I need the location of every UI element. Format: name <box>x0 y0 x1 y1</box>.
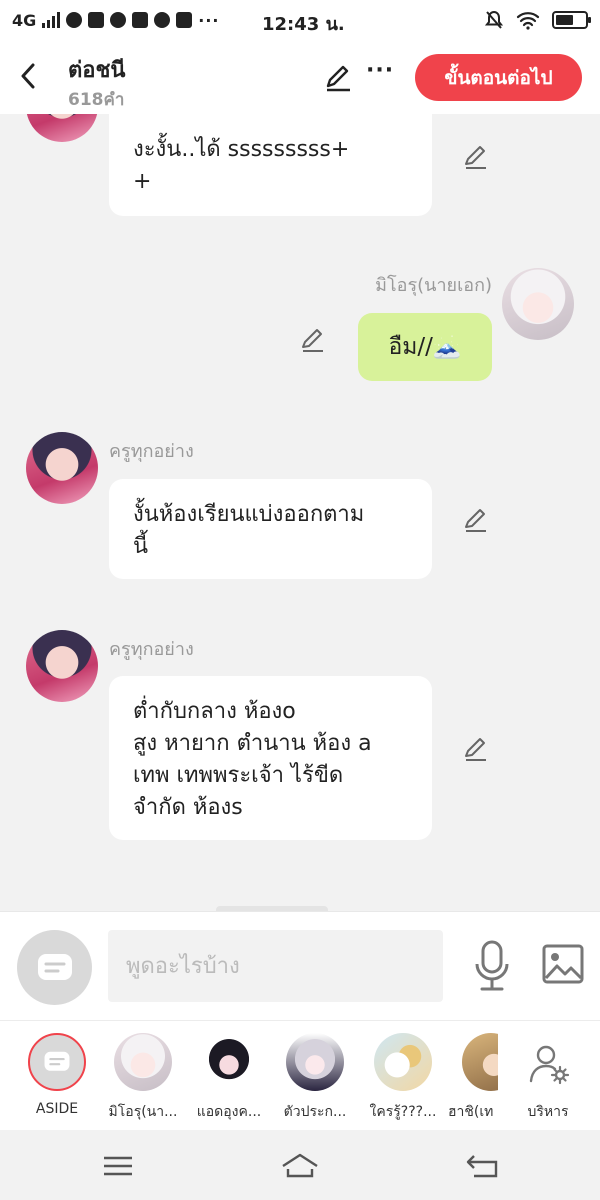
character-avatar[interactable] <box>502 268 574 340</box>
microphone-button[interactable] <box>474 940 510 992</box>
more-options-button[interactable]: ··· <box>366 58 394 83</box>
user-settings-icon <box>528 1043 570 1085</box>
more-notifications-icon: ··· <box>198 10 220 30</box>
status-left: 4G ··· <box>12 11 252 30</box>
story-title: ต่อชนี <box>68 58 126 83</box>
check-circle-icon <box>110 12 127 28</box>
sender-name: ครูทุกอย่าง <box>109 441 194 462</box>
chat-area[interactable]: งะงั้น..ได้ sssssssss+ + มิโอรุ(นายเอก) … <box>0 114 600 911</box>
edit-message-icon[interactable] <box>462 143 490 171</box>
leaf-app-icon <box>66 12 83 28</box>
aside-avatar <box>28 1033 86 1091</box>
character-avatar[interactable] <box>26 432 98 504</box>
character-item[interactable]: มิโอรุ(นา... <box>101 1033 185 1125</box>
character-name: ฮาชิ(เท <box>448 1104 494 1120</box>
character-avatar <box>200 1033 258 1091</box>
character-item[interactable]: แอดอุงค... <box>187 1033 271 1125</box>
message-bubble[interactable]: งะงั้น..ได้ sssssssss+ + <box>109 114 432 216</box>
system-nav-bar <box>0 1130 600 1200</box>
character-avatar[interactable] <box>26 630 98 702</box>
chat-header: ต่อชนี 618คำ ··· ขั้นตอนต่อไป <box>0 40 600 114</box>
word-count: 618คำ <box>68 90 125 110</box>
character-avatar <box>114 1033 172 1091</box>
signal-icon <box>42 12 61 28</box>
status-bar: 4G ··· 12:43 น. <box>0 0 600 40</box>
character-avatar <box>374 1033 432 1091</box>
character-aside[interactable]: ASIDE <box>15 1033 99 1125</box>
character-name: บริหาร <box>527 1104 569 1120</box>
sender-name: ครูทุกอย่าง <box>109 639 194 660</box>
character-name: แอดอุงค... <box>196 1104 262 1120</box>
facebook-icon <box>88 12 105 28</box>
edit-message-icon[interactable] <box>462 735 490 763</box>
character-item[interactable]: ใครรู้???... <box>361 1033 445 1125</box>
network-type: 4G <box>12 10 37 30</box>
message-bubble[interactable]: อืม//🗻 <box>358 313 492 381</box>
storage-icon <box>176 12 193 28</box>
wifi-icon <box>516 12 540 30</box>
character-name: มิโอรุ(นา... <box>108 1104 178 1120</box>
character-name: ASIDE <box>35 1101 79 1117</box>
status-right <box>484 10 591 30</box>
instagram-icon <box>132 12 149 28</box>
edit-title-button[interactable] <box>322 62 354 94</box>
bell-off-icon <box>484 10 504 29</box>
manage-characters-button[interactable]: บริหาร <box>506 1033 590 1125</box>
character-name: ใครรู้???... <box>369 1104 437 1120</box>
character-avatar <box>462 1033 498 1091</box>
message-bubble[interactable]: ต่ำกับกลาง ห้องo สูง หายาก ตำนาน ห้อง a … <box>109 676 432 840</box>
next-step-button[interactable]: ขั้นตอนต่อไป <box>415 54 582 101</box>
character-avatar <box>286 1033 344 1091</box>
sender-name: มิโอรุ(นายเอก) <box>375 275 492 296</box>
shield-icon <box>154 12 171 28</box>
aside-toggle-button[interactable] <box>17 930 92 1005</box>
battery-icon <box>552 11 591 29</box>
edit-message-icon[interactable] <box>299 326 327 354</box>
message-input[interactable] <box>108 930 443 1002</box>
home-button[interactable] <box>280 1150 320 1182</box>
character-avatar[interactable] <box>26 114 98 142</box>
chat-bubble-icon <box>37 953 72 980</box>
character-selector: ASIDE มิโอรุ(นา... แอดอุงค... ตัวประก...… <box>0 1020 600 1130</box>
back-button[interactable] <box>14 58 42 94</box>
chevron-left-icon <box>21 63 35 89</box>
edit-message-icon[interactable] <box>462 506 490 534</box>
menu-button[interactable] <box>98 1150 138 1182</box>
chat-bubble-icon <box>44 1051 70 1071</box>
message-bubble[interactable]: งั้นห้องเรียนแบ่งออกตาม นี้ <box>109 479 432 579</box>
character-item[interactable]: ตัวประก... <box>273 1033 357 1125</box>
character-name: ตัวประก... <box>283 1104 347 1120</box>
back-nav-button[interactable] <box>462 1150 502 1182</box>
status-time: 12:43 น. <box>262 14 345 35</box>
character-item[interactable]: ฮาชิ(เท <box>438 1033 498 1125</box>
input-bar <box>0 911 600 1020</box>
image-upload-button[interactable] <box>542 944 584 984</box>
